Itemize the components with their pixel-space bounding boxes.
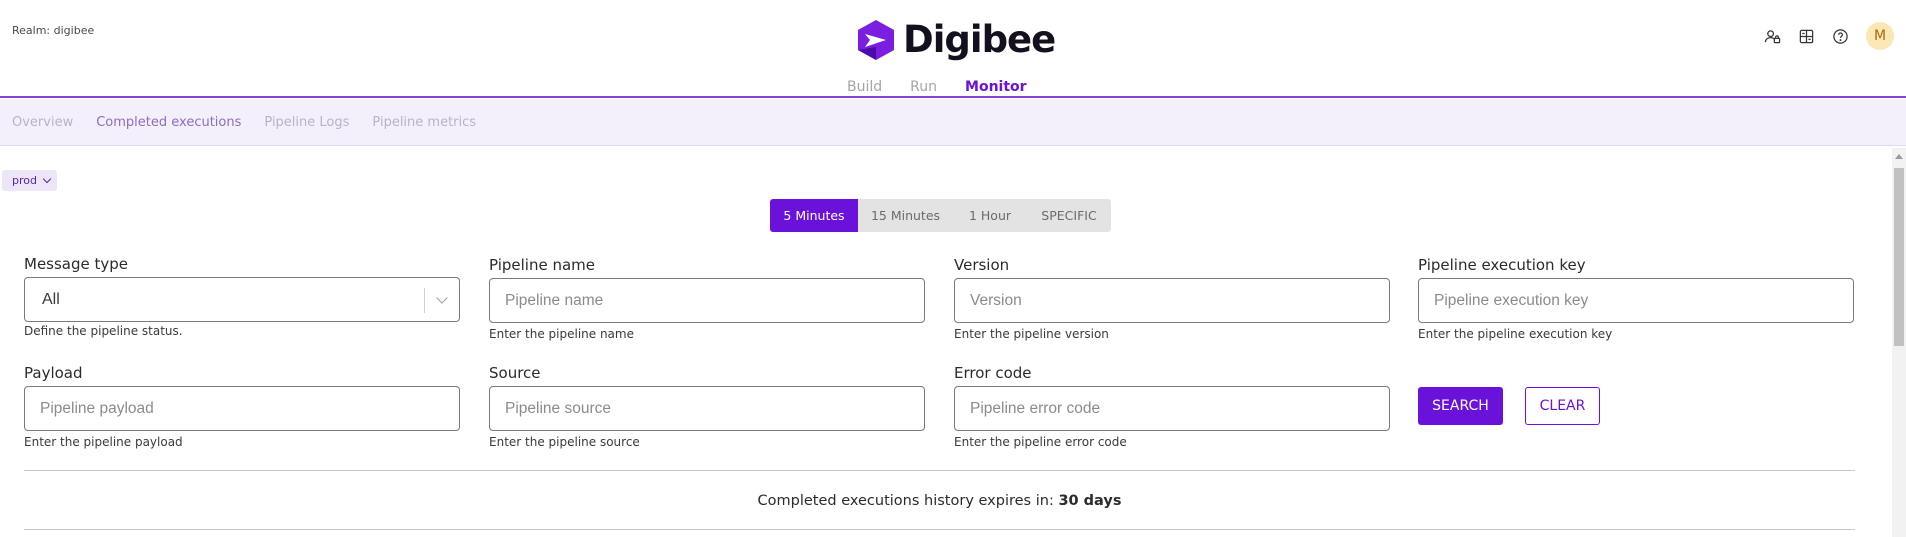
- execution-key-field: Pipeline execution key Enter the pipelin…: [1418, 256, 1854, 341]
- payload-input[interactable]: [24, 386, 460, 431]
- period-15-minutes[interactable]: 15 Minutes: [858, 199, 953, 232]
- payload-label: Payload: [24, 364, 83, 382]
- payload-field: Payload Enter the pipeline payload: [24, 364, 460, 449]
- expiry-value: 30 days: [1058, 493, 1122, 509]
- source-label: Source: [489, 364, 541, 382]
- calculator-icon[interactable]: [1796, 26, 1816, 46]
- expiry-text: Completed executions history expires in:: [757, 493, 1059, 509]
- version-input[interactable]: [954, 278, 1390, 323]
- period-specific[interactable]: SPECIFIC: [1027, 199, 1111, 232]
- error-code-label: Error code: [954, 364, 1032, 382]
- environment-selector[interactable]: prod: [2, 170, 57, 191]
- search-button[interactable]: SEARCH: [1418, 387, 1503, 425]
- subnav-completed-executions[interactable]: Completed executions: [96, 115, 241, 130]
- app-header: Realm: digibee Digibee Build Run Monitor: [0, 0, 1906, 98]
- message-type-value: All: [42, 290, 60, 308]
- scroll-thumb[interactable]: [1894, 168, 1904, 346]
- message-type-field: Message type All Define the pipeline sta…: [24, 255, 460, 338]
- realm-label: Realm: digibee: [12, 24, 95, 37]
- pipeline-name-field: Pipeline name Enter the pipeline name: [489, 256, 925, 341]
- nav-build[interactable]: Build: [847, 79, 882, 95]
- digibee-logo[interactable]: Digibee: [857, 18, 1056, 61]
- message-type-label: Message type: [24, 255, 129, 273]
- error-code-input[interactable]: [954, 386, 1390, 431]
- error-code-help: Enter the pipeline error code: [954, 435, 1127, 449]
- subnav-overview[interactable]: Overview: [12, 115, 73, 130]
- clear-button[interactable]: CLEAR: [1525, 387, 1600, 425]
- environment-value: prod: [12, 174, 37, 187]
- version-field: Version Enter the pipeline version: [954, 256, 1390, 341]
- chevron-down-icon[interactable]: [436, 292, 448, 304]
- divider: [24, 470, 1855, 471]
- scroll-up-arrow-icon[interactable]: [1895, 154, 1903, 159]
- subnav-pipeline-metrics[interactable]: Pipeline metrics: [372, 115, 476, 130]
- chevron-down-icon: [42, 174, 52, 184]
- error-code-field: Error code Enter the pipeline error code: [954, 364, 1390, 449]
- subnav-pipeline-logs[interactable]: Pipeline Logs: [264, 115, 349, 130]
- user-settings-icon[interactable]: [1762, 26, 1782, 46]
- pipeline-name-label: Pipeline name: [489, 256, 596, 274]
- version-label: Version: [954, 256, 1010, 274]
- user-avatar[interactable]: M: [1866, 22, 1894, 50]
- message-type-select[interactable]: All: [24, 277, 460, 322]
- source-field: Source Enter the pipeline source: [489, 364, 925, 449]
- period-toggle: 5 Minutes 15 Minutes 1 Hour SPECIFIC: [770, 199, 1111, 232]
- payload-help: Enter the pipeline payload: [24, 435, 183, 449]
- pipeline-name-help: Enter the pipeline name: [489, 327, 634, 341]
- divider: [24, 529, 1855, 530]
- execution-key-label: Pipeline execution key: [1418, 256, 1586, 274]
- logo-text: Digibee: [903, 18, 1056, 61]
- select-separator: [424, 288, 425, 313]
- pipeline-name-input[interactable]: [489, 278, 925, 323]
- period-1-hour[interactable]: 1 Hour: [953, 199, 1027, 232]
- main-nav: Build Run Monitor: [847, 79, 1055, 95]
- nav-monitor[interactable]: Monitor: [965, 79, 1027, 95]
- execution-key-help: Enter the pipeline execution key: [1418, 327, 1613, 341]
- version-help: Enter the pipeline version: [954, 327, 1109, 341]
- monitor-subnav: Overview Completed executions Pipeline L…: [0, 99, 1906, 146]
- execution-key-input[interactable]: [1418, 278, 1854, 323]
- source-input[interactable]: [489, 386, 925, 431]
- source-help: Enter the pipeline source: [489, 435, 640, 449]
- header-actions: M: [1748, 22, 1894, 50]
- message-type-help: Define the pipeline status.: [24, 324, 183, 338]
- nav-run[interactable]: Run: [910, 79, 937, 95]
- page-scrollbar[interactable]: [1892, 148, 1906, 537]
- period-5-minutes[interactable]: 5 Minutes: [770, 199, 858, 232]
- help-icon[interactable]: [1830, 26, 1850, 46]
- history-expiry-notice: Completed executions history expires in:…: [0, 493, 1879, 509]
- digibee-logo-icon: [858, 19, 894, 60]
